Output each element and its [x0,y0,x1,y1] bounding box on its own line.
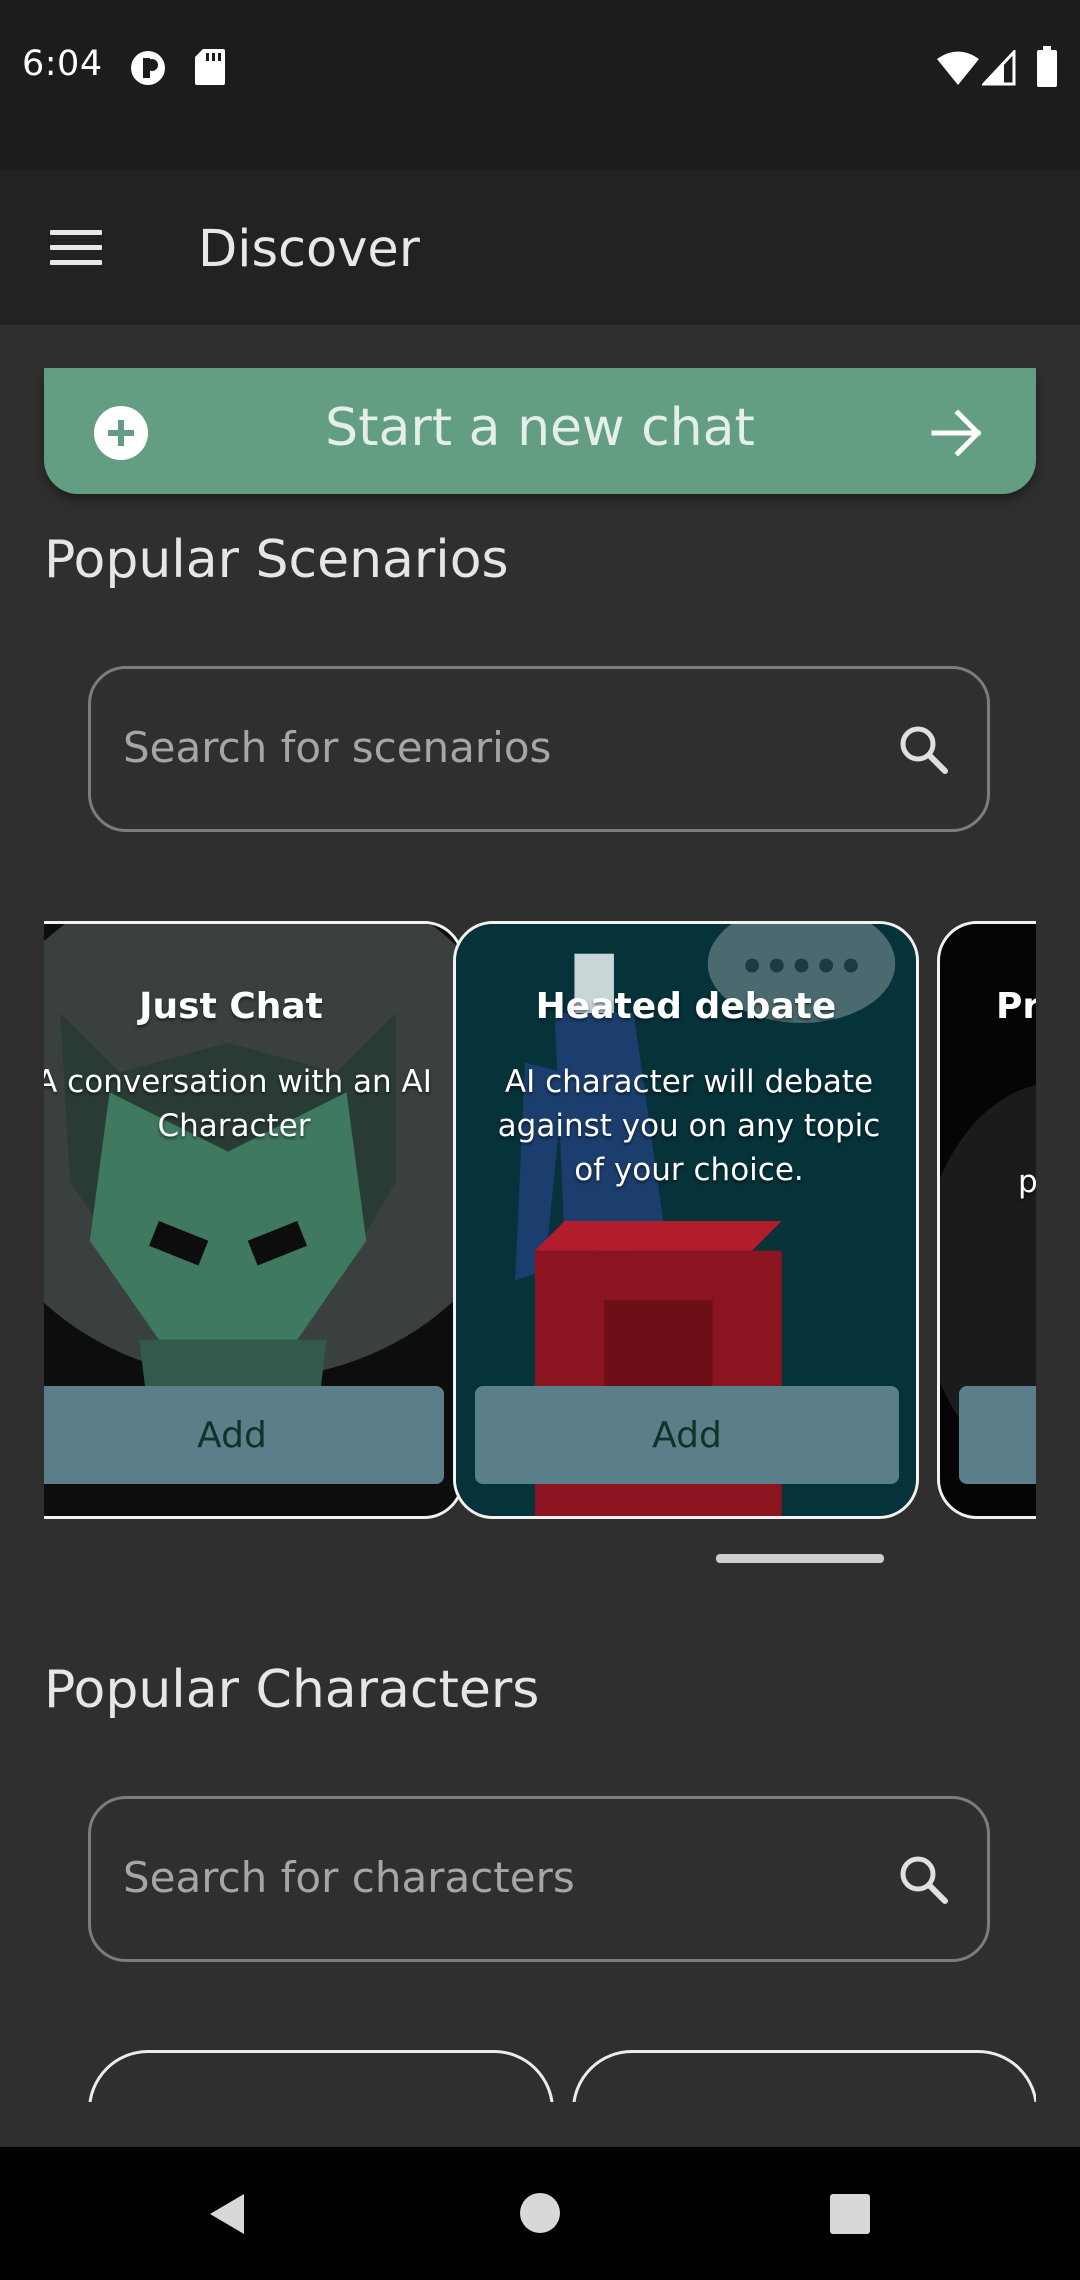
cell-signal-icon [982,50,1016,86]
scenario-card-description: A conversation with an AI Character [44,1064,432,1144]
app-bar [0,170,1080,325]
scenario-card-description: p [1018,1164,1036,1200]
scenario-card-title: Pr [996,986,1036,1027]
recents-icon[interactable] [829,2193,871,2235]
add-scenario-button[interactable] [959,1386,1036,1484]
scenario-search-input[interactable] [121,711,885,783]
popular-scenarios-title: Popular Scenarios [44,530,509,590]
back-icon[interactable] [206,2192,250,2236]
add-scenario-button[interactable]: Add [44,1386,444,1484]
scenario-carousel[interactable]: Just Chat A conversation with an AI Char… [44,921,1036,1521]
scenario-card-description: AI character will debate against you on … [497,1064,881,1188]
arrow-right-icon [931,409,982,457]
notification-app-icon [131,51,165,85]
scenario-card-just-chat[interactable]: Just Chat A conversation with an AI Char… [44,921,464,1519]
search-icon[interactable] [895,1851,951,1907]
add-scenario-button[interactable]: Add [475,1386,899,1484]
character-card[interactable] [88,2050,554,2102]
character-search-box[interactable] [88,1796,990,1962]
scenario-search-box[interactable] [88,666,990,832]
sd-card-icon [195,49,225,85]
scenario-card-partial[interactable]: Pr p [937,921,1036,1519]
status-time: 6:04 [22,44,103,84]
start-new-chat-label: Start a new chat [325,398,755,458]
search-icon[interactable] [895,721,951,777]
carousel-scroll-indicator [716,1554,884,1563]
page-title: Discover [198,220,420,279]
start-new-chat-button[interactable]: Start a new chat [44,368,1036,494]
scenario-card-title: Heated debate [535,986,837,1027]
character-search-input[interactable] [121,1841,885,1913]
scenario-card-heated-debate[interactable]: Heated debate AI character will debate a… [453,921,919,1519]
home-icon[interactable] [519,2192,561,2234]
wifi-icon [937,51,979,85]
character-carousel[interactable] [44,2050,1036,2102]
character-card[interactable] [572,2050,1036,2102]
hamburger-menu-icon[interactable] [50,230,102,266]
battery-icon [1037,46,1057,87]
scenario-card-title: Just Chat [139,986,323,1027]
popular-characters-title: Popular Characters [44,1660,540,1720]
